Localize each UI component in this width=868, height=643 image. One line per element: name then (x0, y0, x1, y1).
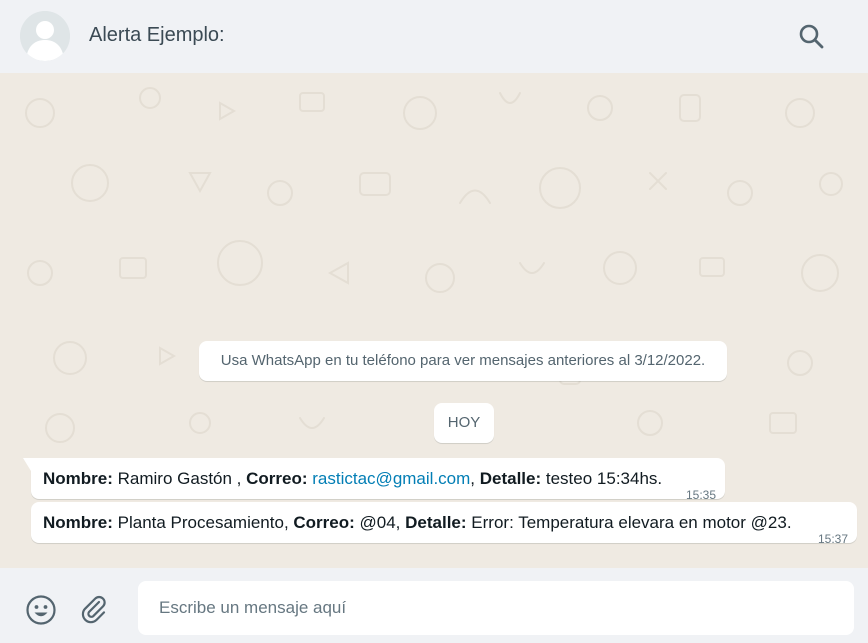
separator: , (470, 469, 480, 488)
default-user-avatar-icon (20, 11, 70, 61)
date-chip: HOY (434, 403, 494, 443)
message-bubble[interactable]: Nombre: Planta Procesamiento, Correo: @0… (31, 502, 857, 546)
paperclip-icon (81, 595, 106, 624)
emoji-button[interactable] (25, 594, 57, 626)
chat-header: Alerta Ejemplo: (0, 0, 868, 73)
field-value-nombre: Ramiro Gastón , (112, 469, 247, 488)
field-label-detalle: Detalle: (479, 469, 542, 488)
message-time: 15:37 (817, 532, 848, 546)
field-label-nombre: Nombre: (43, 469, 113, 488)
search-icon (799, 24, 824, 49)
field-value-nombre: Planta Procesamiento, (112, 513, 294, 532)
compose-footer (0, 568, 868, 643)
field-label-correo: Correo: (246, 469, 308, 488)
message-input[interactable] (138, 581, 854, 635)
message-bubble[interactable]: Nombre: Ramiro Gastón , Correo: rasticta… (23, 458, 725, 502)
field-label-detalle: Detalle: (405, 513, 467, 532)
field-value-correo: @04, (354, 513, 406, 532)
field-value-detalle: Error: Temperatura elevara en motor @23. (466, 513, 792, 532)
bubble-tail (23, 458, 31, 471)
chat-area: Usa WhatsApp en tu teléfono para ver men… (0, 73, 868, 568)
emoji-icon (26, 595, 56, 625)
history-notice: Usa WhatsApp en tu teléfono para ver men… (199, 341, 727, 381)
email-link[interactable]: rastictac@gmail.com (312, 469, 470, 488)
attach-button[interactable] (78, 593, 110, 625)
field-label-correo: Correo: (293, 513, 355, 532)
avatar[interactable] (20, 11, 70, 61)
contact-name[interactable]: Alerta Ejemplo: (89, 24, 225, 47)
search-button[interactable] (797, 22, 827, 52)
field-label-nombre: Nombre: (43, 513, 113, 532)
field-value-detalle: testeo 15:34hs. (541, 469, 663, 488)
